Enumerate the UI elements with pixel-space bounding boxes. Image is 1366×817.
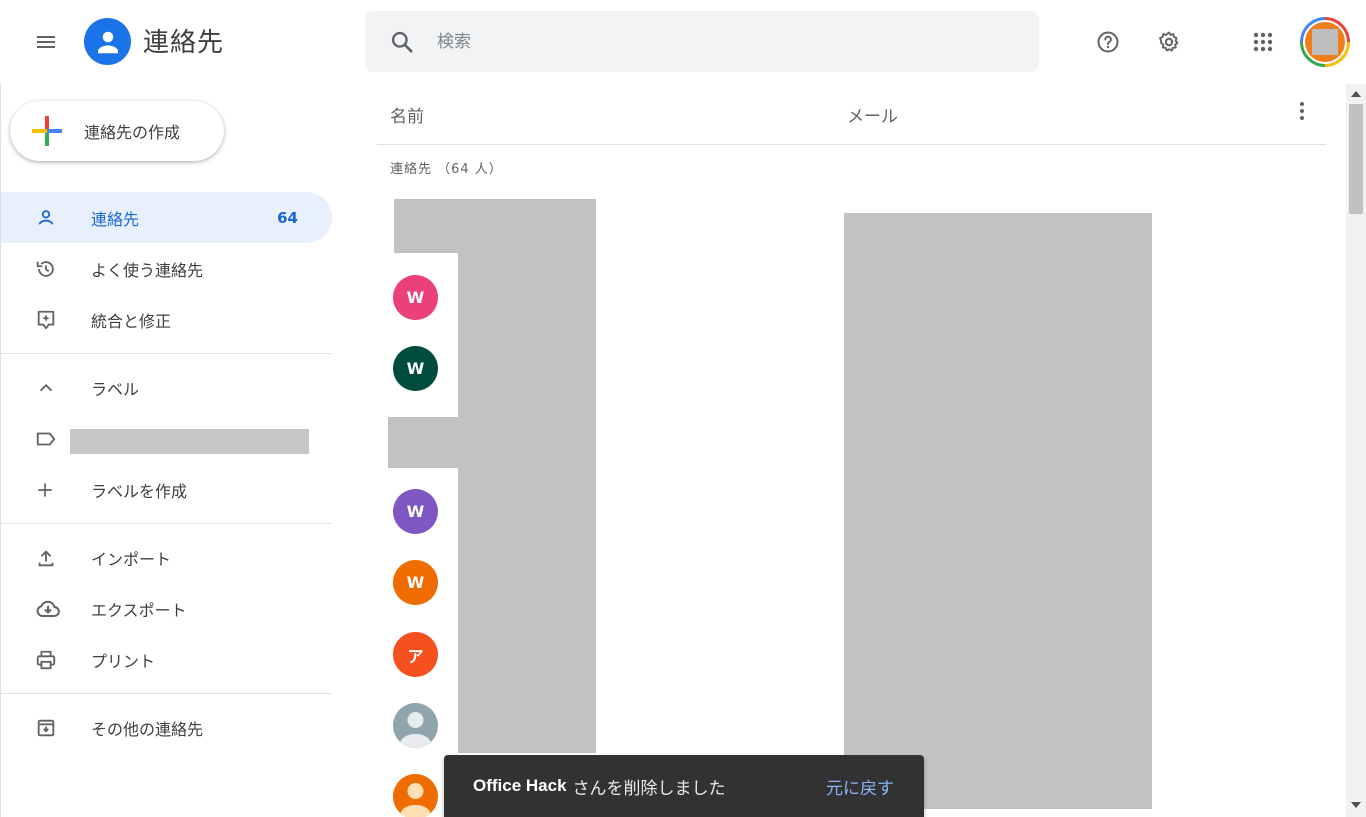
- contact-avatar[interactable]: W: [393, 346, 438, 391]
- main-menu-button[interactable]: [26, 22, 66, 62]
- printer-icon: [36, 650, 56, 669]
- create-label-button[interactable]: ラベルを作成: [1, 464, 332, 515]
- labels-header: ラベル: [91, 379, 140, 399]
- snackbar: Office Hack さんを削除しました 元に戻す: [444, 755, 924, 817]
- help-button[interactable]: [1088, 22, 1128, 62]
- sidebar-item-print[interactable]: プリント: [1, 634, 332, 685]
- sidebar-item-label: その他の連絡先: [91, 719, 204, 739]
- history-icon: [36, 260, 54, 277]
- default-person-icon: [400, 783, 431, 817]
- contact-avatar[interactable]: ア: [393, 632, 438, 677]
- search-bar[interactable]: [365, 11, 1039, 72]
- scrollbar[interactable]: [1346, 84, 1366, 817]
- triangle-down-icon: [1351, 802, 1361, 808]
- sidebar-item-other-contacts[interactable]: その他の連絡先: [1, 702, 332, 753]
- upload-icon: [38, 549, 54, 566]
- contacts-app: 連絡先 検索 連絡先の作成 連絡先 64 よく使う連絡先 統合と修正 ラベル ラ…: [0, 0, 1366, 817]
- sidebar-item-label: よく使う連絡先: [91, 260, 204, 280]
- search-icon: [391, 31, 413, 53]
- contacts-list: 名前 メール 連絡先 （64 人） W W W W ア: [364, 84, 1346, 817]
- plus-icon: [38, 482, 52, 497]
- settings-button[interactable]: [1149, 22, 1189, 62]
- sidebar-divider: [1, 693, 332, 694]
- contact-avatar[interactable]: W: [393, 489, 438, 534]
- sidebar-item-label: 連絡先: [91, 209, 140, 229]
- sidebar-item-merge[interactable]: 統合と修正: [1, 294, 332, 345]
- redacted-label-name: [70, 429, 309, 454]
- sidebar-item-label: プリント: [91, 651, 156, 671]
- labels-section-toggle[interactable]: ラベル: [1, 362, 332, 413]
- app-title: 連絡先: [143, 28, 225, 58]
- search-input[interactable]: [437, 31, 997, 52]
- contact-avatar[interactable]: W: [393, 560, 438, 605]
- person-icon: [38, 209, 54, 225]
- redacted-block: [388, 417, 458, 468]
- snackbar-message: さんを削除しました: [572, 778, 726, 799]
- contact-avatar[interactable]: [393, 703, 438, 748]
- contacts-count-title: 連絡先 （64 人）: [390, 162, 503, 177]
- sidebar-item-contacts[interactable]: 連絡先 64: [1, 192, 332, 243]
- scroll-thumb[interactable]: [1349, 104, 1363, 214]
- account-avatar[interactable]: [1300, 17, 1350, 67]
- triangle-up-icon: [1351, 91, 1361, 97]
- search-button[interactable]: [365, 29, 437, 55]
- sidebar-item-label: 統合と修正: [91, 311, 172, 331]
- create-contact-label: 連絡先の作成: [84, 123, 181, 142]
- help-icon: [1097, 31, 1119, 53]
- archive-icon: [37, 719, 55, 736]
- contact-avatar[interactable]: [393, 774, 438, 817]
- header-divider: [377, 144, 1326, 145]
- sidebar-item-import[interactable]: インポート: [1, 532, 332, 583]
- create-contact-button[interactable]: 連絡先の作成: [10, 101, 224, 161]
- sidebar-divider: [1, 523, 332, 524]
- sidebar-item-label: インポート: [91, 549, 172, 569]
- top-bar: 連絡先: [0, 0, 1366, 84]
- chevron-up-icon: [39, 383, 53, 391]
- sidebar-item-frequent[interactable]: よく使う連絡先: [1, 243, 332, 294]
- redacted-avatar-image: [1312, 29, 1338, 55]
- scroll-up-button[interactable]: [1346, 86, 1366, 102]
- sidebar-divider: [1, 353, 332, 354]
- person-logo-icon: [97, 31, 118, 53]
- contact-avatar[interactable]: W: [393, 275, 438, 320]
- deleted-contact-name: Office Hack: [473, 776, 567, 795]
- column-header-name: 名前: [390, 106, 424, 127]
- more-options-button[interactable]: [1290, 96, 1314, 126]
- merge-fix-icon: [37, 310, 55, 329]
- undo-button[interactable]: 元に戻す: [826, 774, 894, 799]
- redacted-names: [458, 253, 596, 753]
- default-person-icon: [400, 712, 431, 748]
- more-vert-icon: [1300, 102, 1304, 120]
- cloud-download-icon: [36, 600, 60, 617]
- google-apps-button[interactable]: [1243, 22, 1283, 62]
- sidebar: 連絡先の作成 連絡先 64 よく使う連絡先 統合と修正 ラベル ラベルを作成 イ…: [0, 84, 332, 817]
- column-header-email: メール: [847, 106, 898, 127]
- redacted-block: [394, 199, 596, 253]
- redacted-emails: [844, 213, 1152, 809]
- create-label-text: ラベルを作成: [91, 481, 188, 501]
- hamburger-menu-icon: [37, 36, 55, 48]
- sidebar-item-export[interactable]: エクスポート: [1, 583, 332, 634]
- apps-grid-icon: [1253, 32, 1273, 52]
- colorful-plus-icon: [32, 116, 62, 146]
- gear-icon: [1159, 31, 1179, 52]
- sidebar-item-label: エクスポート: [91, 600, 187, 620]
- contacts-count-badge: 64: [277, 208, 298, 227]
- contacts-logo: [84, 18, 131, 65]
- label-icon: [36, 432, 56, 445]
- scroll-down-button[interactable]: [1346, 797, 1366, 813]
